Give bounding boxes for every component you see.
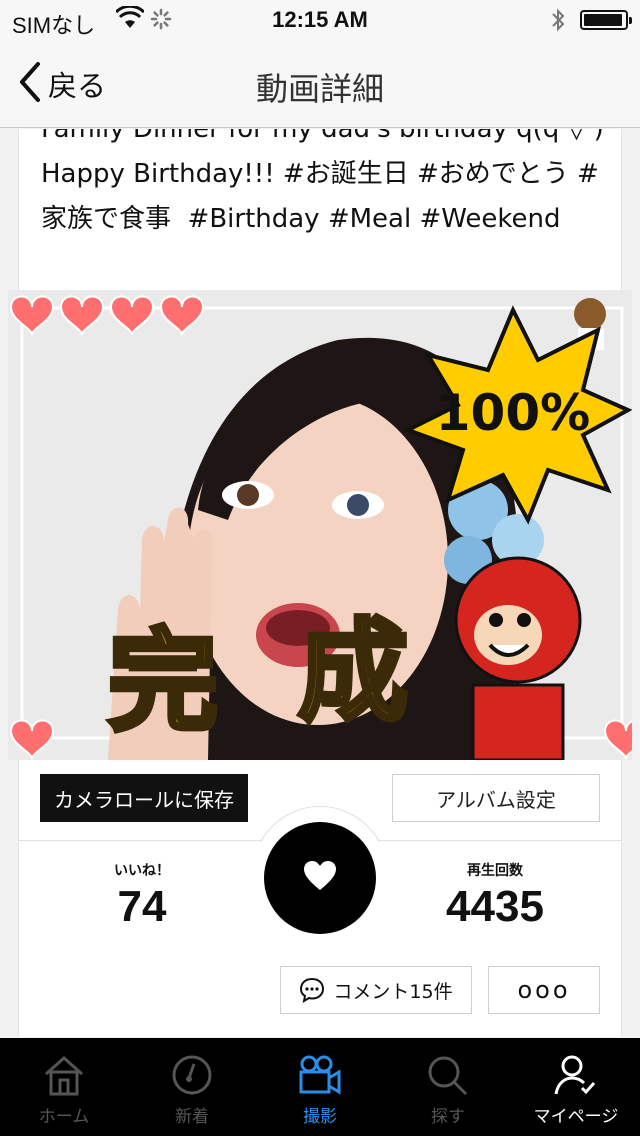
- chevron-left-icon: [18, 62, 42, 106]
- navigation-bar: 戻る 動画詳細: [0, 40, 640, 128]
- back-label: 戻る: [48, 69, 107, 103]
- comments-label: コメント15件: [333, 980, 453, 1003]
- more-label: ooo: [517, 976, 571, 1004]
- likes-stat: いいね！ 74: [72, 860, 212, 932]
- comments-button[interactable]: コメント15件: [280, 966, 472, 1014]
- likes-count: 74: [117, 882, 167, 931]
- like-button[interactable]: [264, 822, 376, 934]
- plays-count: 4435: [446, 882, 544, 931]
- plays-stat: 再生回数 4435: [420, 860, 570, 932]
- tab-mypage-label: マイページ: [533, 1107, 619, 1127]
- battery-level: [584, 14, 622, 26]
- post-description: Family Dinner for my dad's birthday q(q'…: [41, 129, 604, 234]
- badge-text: 100%: [436, 384, 590, 442]
- activity-spinner-icon: [150, 8, 172, 34]
- video-thumbnail[interactable]: 100% 完 成: [8, 290, 632, 760]
- tab-new-label: 新着: [175, 1107, 209, 1127]
- tab-home[interactable]: ホーム: [0, 1038, 128, 1136]
- more-options-button[interactable]: ooo: [488, 966, 600, 1014]
- tab-search[interactable]: 探す: [384, 1038, 512, 1136]
- tab-mypage[interactable]: マイページ: [512, 1038, 640, 1136]
- likes-label: いいね！: [114, 863, 170, 879]
- battery-icon: [580, 10, 632, 30]
- caption-left: 完: [108, 618, 218, 746]
- caption-right: 成: [298, 608, 408, 736]
- album-settings-button[interactable]: アルバム設定: [392, 774, 600, 822]
- tab-bar: ホーム 新着 撮影 探す マイページ: [0, 1038, 640, 1136]
- wifi-icon: [114, 4, 146, 34]
- plays-label: 再生回数: [467, 863, 523, 879]
- search-icon: [426, 1038, 470, 1100]
- bluetooth-icon: [550, 8, 566, 36]
- clock: 12:15 AM: [272, 7, 368, 32]
- save-to-camera-roll-button[interactable]: カメラロールに保存: [40, 774, 248, 822]
- tab-new[interactable]: 新着: [128, 1038, 256, 1136]
- compass-icon: [170, 1038, 214, 1100]
- tab-search-label: 探す: [431, 1107, 465, 1127]
- tab-record[interactable]: 撮影: [256, 1038, 384, 1136]
- home-icon: [42, 1038, 86, 1100]
- video-camera-icon: [297, 1038, 343, 1100]
- status-bar: SIMなし 12:15 AM: [0, 0, 640, 40]
- tab-home-label: ホーム: [38, 1107, 90, 1127]
- back-button[interactable]: 戻る: [18, 62, 106, 106]
- user-check-icon: [554, 1038, 598, 1100]
- carrier-label: SIMなし: [12, 13, 96, 38]
- tab-record-label: 撮影: [303, 1107, 337, 1127]
- comment-bubble-icon: [299, 977, 325, 1003]
- heart-icon: [303, 861, 337, 895]
